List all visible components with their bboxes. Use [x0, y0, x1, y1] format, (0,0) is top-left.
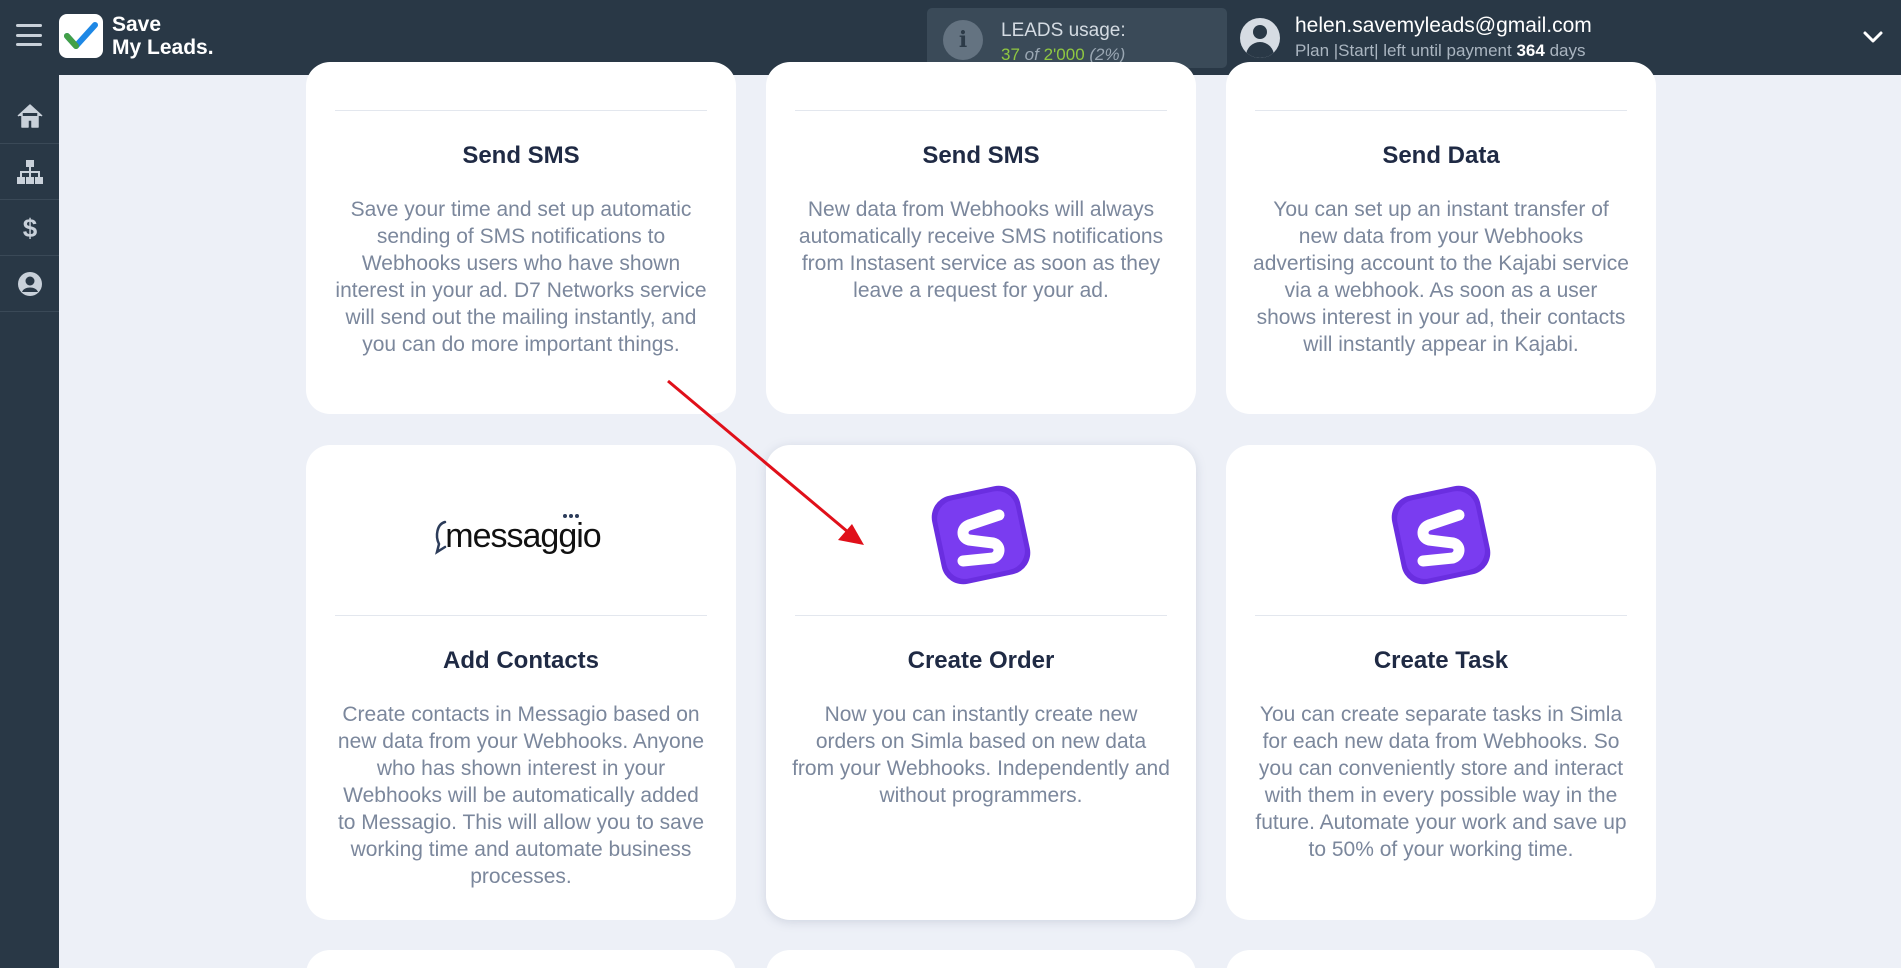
sitemap-icon	[16, 159, 43, 184]
card-title: Add Contacts	[443, 647, 599, 674]
sidebar-item-connections[interactable]	[0, 144, 59, 200]
action-card-send-sms-d7[interactable]: Send SMS Save your time and set up autom…	[306, 62, 736, 414]
card-description: You can set up an instant transfer of ne…	[1253, 198, 1629, 356]
card-description: New data from Webhooks will always autom…	[798, 198, 1164, 302]
simla-icon	[1226, 485, 1656, 585]
menu-icon[interactable]	[16, 24, 42, 46]
card-divider	[335, 110, 707, 111]
action-card-create-task-simla[interactable]: Create Task You can create separate task…	[1226, 445, 1656, 920]
card-title: Send SMS	[922, 142, 1040, 169]
card-divider	[795, 615, 1167, 616]
info-icon: i	[943, 20, 983, 60]
sidebar: $	[0, 75, 59, 968]
action-card-send-data-kajabi[interactable]: Send Data You can set up an instant tran…	[1226, 62, 1656, 414]
action-card-send-sms-instasent[interactable]: Send SMS New data from Webhooks will alw…	[766, 62, 1196, 414]
card-divider	[795, 110, 1167, 111]
simla-icon	[766, 485, 1196, 585]
plan-days: 364	[1516, 41, 1545, 60]
action-card-create-order-simla[interactable]: Create Order Now you can instantly creat…	[766, 445, 1196, 920]
action-card-partial[interactable]	[306, 950, 736, 968]
brand-logo-icon[interactable]	[59, 14, 103, 58]
card-divider	[335, 615, 707, 616]
home-icon	[16, 103, 43, 128]
action-card-add-contacts-messaggio[interactable]: messaggio Add Contacts Create contacts i…	[306, 445, 736, 920]
svg-text:$: $	[22, 213, 37, 243]
card-description: Now you can instantly create new orders …	[792, 703, 1170, 807]
card-title: Create Order	[907, 647, 1055, 674]
card-description: Save your time and set up automatic send…	[335, 198, 707, 356]
plan-prefix: Plan |Start| left until payment	[1295, 41, 1512, 60]
action-card-partial[interactable]	[1226, 950, 1656, 968]
brand-line-2: My Leads.	[112, 36, 214, 59]
card-description: Create contacts in Messagio based on new…	[337, 703, 705, 888]
plan-info: Plan |Start| left until payment 364 days	[1295, 41, 1585, 61]
leads-usage-panel: i LEADS usage: 37 of 2'000 (2%)	[927, 8, 1227, 68]
plan-days-suffix: days	[1549, 41, 1586, 60]
card-title: Send Data	[1382, 142, 1500, 169]
messaggio-logo: messaggio	[306, 485, 736, 585]
card-description: You can create separate tasks in Simla f…	[1255, 703, 1627, 861]
sidebar-item-account[interactable]	[0, 256, 59, 312]
chevron-down-icon[interactable]	[1862, 26, 1884, 48]
account-email[interactable]: helen.savemyleads@gmail.com	[1295, 14, 1592, 38]
card-title: Send SMS	[462, 142, 580, 169]
brand-name[interactable]: Save My Leads.	[112, 13, 214, 59]
user-circle-icon	[17, 271, 42, 296]
usage-label: LEADS usage:	[1001, 20, 1126, 41]
card-title: Create Task	[1373, 647, 1509, 674]
brand-line-1: Save	[112, 13, 162, 36]
action-card-partial[interactable]	[766, 950, 1196, 968]
messaggio-logo-text: messaggio	[445, 517, 601, 555]
card-divider	[1255, 110, 1627, 111]
sidebar-item-home[interactable]	[0, 88, 59, 144]
sidebar-item-billing[interactable]: $	[0, 200, 59, 256]
dollar-icon: $	[22, 213, 37, 243]
avatar[interactable]	[1240, 18, 1280, 58]
card-divider	[1255, 615, 1627, 616]
